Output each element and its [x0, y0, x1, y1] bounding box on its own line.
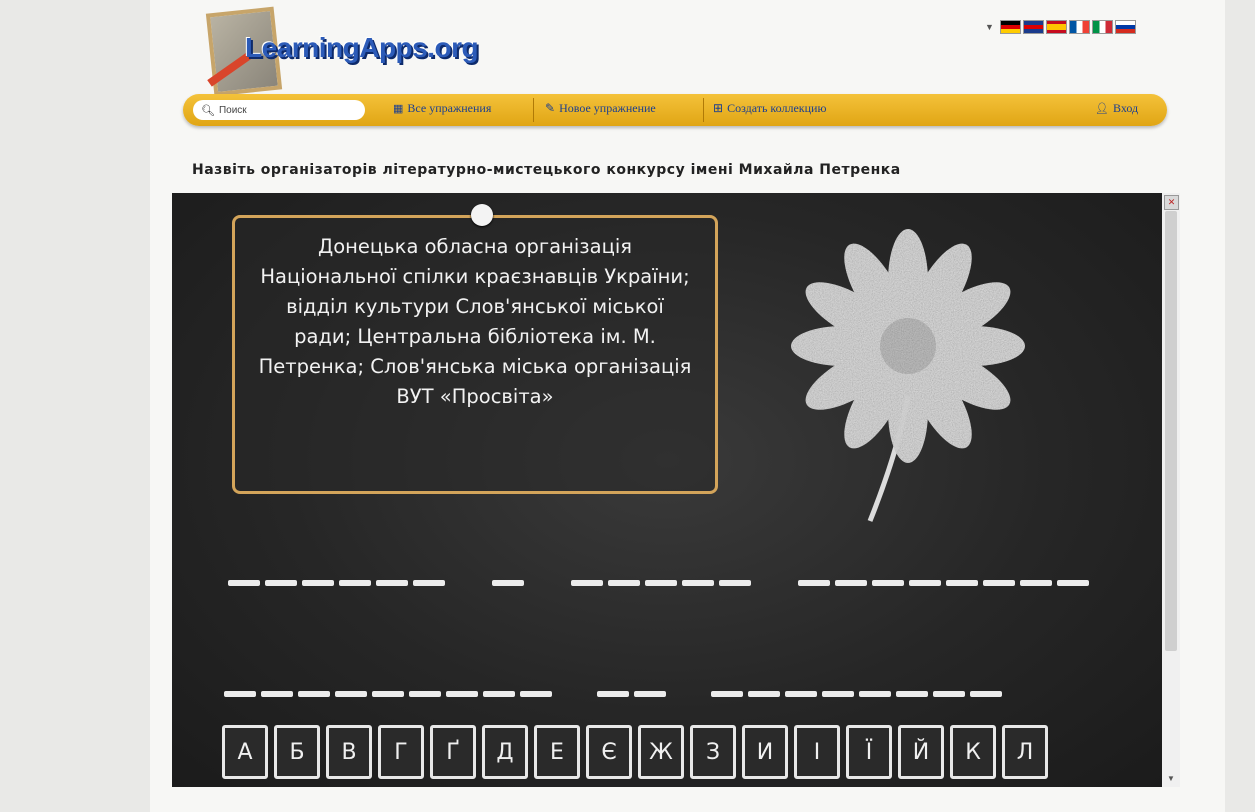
letter-blank [785, 691, 817, 697]
letter-key[interactable]: Е [534, 725, 580, 779]
letter-key[interactable]: В [326, 725, 372, 779]
letter-blank [983, 580, 1015, 586]
exercise-chalkboard: Донецька обласна організація Національно… [172, 193, 1162, 787]
letter-key[interactable]: Й [898, 725, 944, 779]
scroll-down-arrow-icon[interactable]: ▼ [1167, 774, 1175, 783]
fullscreen-icon[interactable]: ✕ [1164, 195, 1179, 210]
logo-text: LearningApps.org [245, 32, 479, 63]
letter-blank [896, 691, 928, 697]
letter-key[interactable]: Ґ [430, 725, 476, 779]
letter-blank [798, 580, 830, 586]
flag-fr-icon[interactable] [1068, 20, 1090, 34]
flag-ru-icon[interactable] [1114, 20, 1136, 34]
letter-key[interactable]: Є [586, 725, 632, 779]
letter-blank [335, 691, 367, 697]
letter-key[interactable]: Ж [638, 725, 684, 779]
letter-blank [446, 691, 478, 697]
user-icon: 👤︎ [1095, 103, 1109, 115]
answer-word-slot[interactable] [492, 580, 524, 586]
letter-blank [339, 580, 371, 586]
letter-blank [933, 691, 965, 697]
language-selector[interactable]: ▼ [985, 20, 1136, 34]
nav-new-exercise-label: Новое упражнение [559, 101, 656, 115]
search-input[interactable]: 🔍︎ Поиск [193, 100, 365, 120]
letter-blank [520, 691, 552, 697]
letter-blank [265, 580, 297, 586]
nav-login[interactable]: 👤︎ Вход [1095, 101, 1138, 116]
dropdown-arrow-icon[interactable]: ▼ [985, 22, 994, 32]
letter-blank [608, 580, 640, 586]
search-icon: 🔍︎ [201, 104, 215, 117]
site-logo[interactable]: LearningApps.org [200, 6, 520, 97]
letter-keyboard: АБВГҐДЕЄЖЗИІЇЙКЛ [222, 725, 1048, 779]
nav-all-exercises[interactable]: ▦ Все упражнения [393, 101, 491, 116]
scrollbar-thumb[interactable] [1165, 211, 1177, 651]
collection-icon: ⊞ [713, 101, 724, 115]
main-navbar: 🔍︎ Поиск ▦ Все упражнения ✎ Новое упражн… [183, 94, 1167, 126]
letter-blank [859, 691, 891, 697]
letter-blank [597, 691, 629, 697]
letter-blank [492, 580, 524, 586]
letter-key[interactable]: З [690, 725, 736, 779]
letter-blank [909, 580, 941, 586]
letter-blank [1020, 580, 1052, 586]
letter-blank [409, 691, 441, 697]
letter-blank [748, 691, 780, 697]
letter-blank [682, 580, 714, 586]
nav-login-label: Вход [1112, 101, 1139, 115]
letter-blank [372, 691, 404, 697]
letter-key[interactable]: Г [378, 725, 424, 779]
flag-gb-icon[interactable] [1022, 20, 1044, 34]
vertical-scrollbar[interactable]: ✕ ▼ [1162, 193, 1180, 787]
answer-word-slot[interactable] [798, 580, 1089, 586]
letter-key[interactable]: Д [482, 725, 528, 779]
answer-word-slot[interactable] [224, 691, 552, 697]
letter-blank [946, 580, 978, 586]
letter-key[interactable]: А [222, 725, 268, 779]
letter-blank [261, 691, 293, 697]
letter-blank [719, 580, 751, 586]
letter-blank [822, 691, 854, 697]
letter-blank [376, 580, 408, 586]
letter-blank [835, 580, 867, 586]
letter-key[interactable]: Ї [846, 725, 892, 779]
answer-word-slot[interactable] [711, 691, 1002, 697]
answer-word-slot[interactable] [571, 580, 751, 586]
letter-blank [1057, 580, 1089, 586]
letter-blank [228, 580, 260, 586]
flag-de-icon[interactable] [999, 20, 1021, 34]
letter-blank [711, 691, 743, 697]
answer-word-slot[interactable] [597, 691, 666, 697]
letter-blank [872, 580, 904, 586]
letter-blank [302, 580, 334, 586]
nav-create-collection-label: Создать коллекцию [727, 101, 827, 115]
letter-blank [224, 691, 256, 697]
letter-key[interactable]: К [950, 725, 996, 779]
letter-key[interactable]: Л [1002, 725, 1048, 779]
pencil-icon: ✎ [545, 101, 556, 115]
letter-blank [413, 580, 445, 586]
answer-word-slot[interactable] [228, 580, 445, 586]
letter-key[interactable]: И [742, 725, 788, 779]
letter-key[interactable]: Б [274, 725, 320, 779]
letter-blank [571, 580, 603, 586]
letter-blank [970, 691, 1002, 697]
letter-blank [483, 691, 515, 697]
nav-all-exercises-label: Все упражнения [407, 101, 492, 115]
exercise-title: Назвіть організаторів літературно-мистец… [192, 162, 901, 178]
grid-icon: ▦ [393, 103, 404, 115]
search-placeholder: Поиск [218, 104, 247, 116]
letter-blank [634, 691, 666, 697]
nav-divider [703, 98, 704, 122]
letter-key[interactable]: І [794, 725, 840, 779]
letter-blank [645, 580, 677, 586]
letter-blank [298, 691, 330, 697]
answer-blanks [172, 193, 1162, 787]
nav-create-collection[interactable]: ⊞ Создать коллекцию [713, 101, 826, 116]
nav-new-exercise[interactable]: ✎ Новое упражнение [545, 101, 656, 116]
flag-it-icon[interactable] [1091, 20, 1113, 34]
nav-divider [533, 98, 534, 122]
flag-es-icon[interactable] [1045, 20, 1067, 34]
